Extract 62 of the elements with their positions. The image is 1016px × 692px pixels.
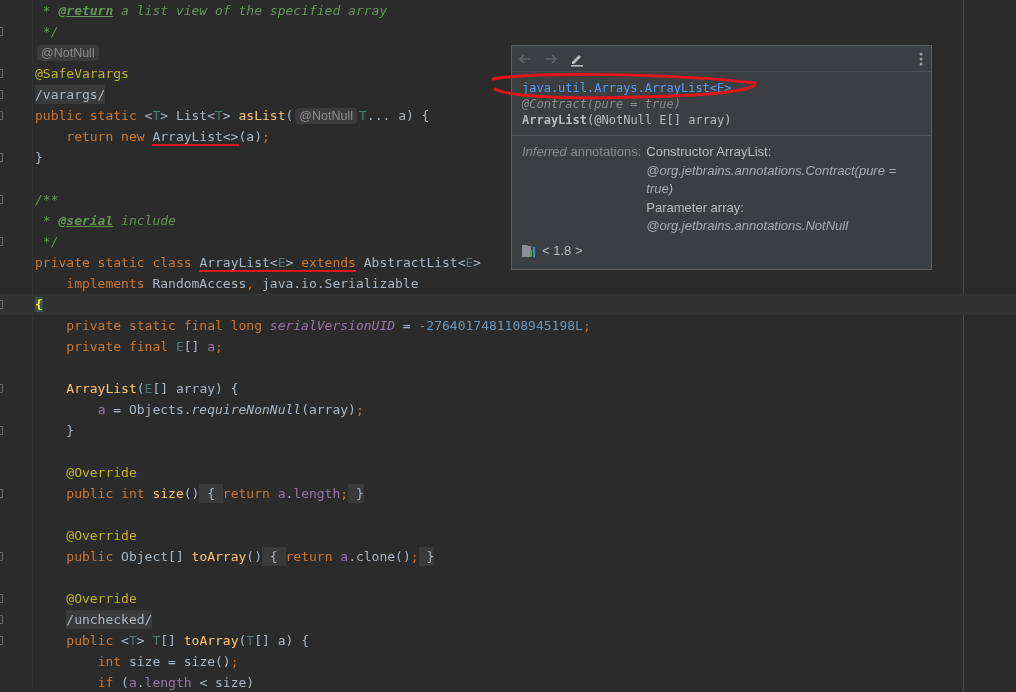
code-text: if (a.length < size) — [97, 673, 255, 692]
folded-code[interactable]: /unchecked/ — [66, 610, 153, 629]
code-text: int size = size(); — [97, 652, 239, 671]
code-text: @Override — [66, 463, 137, 482]
annotation-text: @org.jetbrains.annotations.Contract(pure = true) — [646, 161, 898, 198]
code-text: public Object[] toArray() — [66, 547, 262, 566]
code-text: } — [66, 421, 75, 440]
inlay-hint: @NotNull — [295, 107, 357, 124]
code-text: T... a) { — [359, 106, 430, 125]
code-text: public <T> T[] toArray(T[] a) { — [66, 631, 309, 650]
section-text: Constructor ArrayList: — [646, 143, 773, 161]
fold-marker-icon[interactable] — [0, 300, 3, 309]
fold-marker-icon[interactable] — [0, 489, 3, 498]
code-text: /** — [35, 190, 59, 209]
fold-marker-icon[interactable] — [0, 90, 3, 99]
code-text: { — [35, 295, 43, 314]
code-text: @Override — [66, 589, 137, 608]
folded-code[interactable]: } — [418, 547, 435, 566]
fold-marker-icon[interactable] — [0, 636, 3, 645]
section-text: Parameter array: — [646, 198, 745, 217]
library-icon — [522, 243, 537, 257]
section-label: Inferred annotations: — [522, 143, 642, 161]
code-text: return a.length; — [222, 484, 349, 503]
annotation-text: @Contract(pure = true) — [522, 96, 682, 112]
more-options-icon[interactable] — [919, 51, 923, 66]
code-text: return a.clone(); — [285, 547, 419, 566]
folded-code[interactable]: } — [348, 484, 364, 503]
code-text: public static <T> List<T> asList( — [35, 106, 294, 125]
class-link[interactable]: java.util.Arrays.ArrayList<E> — [522, 81, 732, 95]
code-text: return new ArrayList<>(a); — [66, 127, 270, 146]
code-text: * @serial include — [42, 211, 176, 230]
folded-code[interactable]: { — [262, 547, 286, 566]
fold-marker-icon[interactable] — [0, 27, 3, 36]
code-text: @Override — [66, 526, 137, 545]
code-text: private final E[] a; — [66, 337, 223, 356]
annotation-text: @org.jetbrains.annotations.NotNull — [646, 217, 850, 235]
code-text: */ — [42, 232, 59, 251]
code-text: * @return a list view of the specified array — [42, 1, 388, 20]
code-text: implements RandomAccess, java.io.Serializable — [66, 274, 419, 293]
inlay-hint: @NotNull — [37, 44, 99, 61]
fold-marker-icon[interactable] — [0, 615, 3, 624]
code-text: public int size() — [66, 484, 200, 503]
code-text: private static class ArrayList<E> extends AbstractList<E> — [35, 253, 482, 272]
fold-marker-icon[interactable] — [0, 69, 3, 78]
code-text: @SafeVarargs — [35, 64, 129, 83]
fold-marker-icon[interactable] — [0, 552, 3, 561]
code-text: } — [35, 148, 43, 167]
fold-marker-icon[interactable] — [0, 153, 3, 162]
fold-marker-icon[interactable] — [0, 426, 3, 435]
code-text: private static final long serialVersionUID = -2764017481108945198L; — [66, 316, 591, 335]
fold-marker-icon[interactable] — [0, 594, 3, 603]
fold-marker-icon[interactable] — [0, 111, 3, 120]
fold-marker-icon[interactable] — [0, 237, 3, 246]
folded-code[interactable]: { — [199, 484, 223, 503]
code-text: */ — [42, 22, 59, 41]
code-text: ArrayList(E[] array) { — [66, 379, 239, 398]
fold-marker-icon[interactable] — [0, 384, 3, 393]
code-text: a = Objects.requireNonNull(array); — [97, 400, 364, 419]
folded-code[interactable]: /varargs/ — [35, 85, 106, 104]
signature-text: ArrayList(@NotNull E[] array) — [522, 112, 733, 128]
version-text[interactable]: < 1.8 > — [542, 242, 583, 258]
fold-marker-icon[interactable] — [0, 195, 3, 204]
